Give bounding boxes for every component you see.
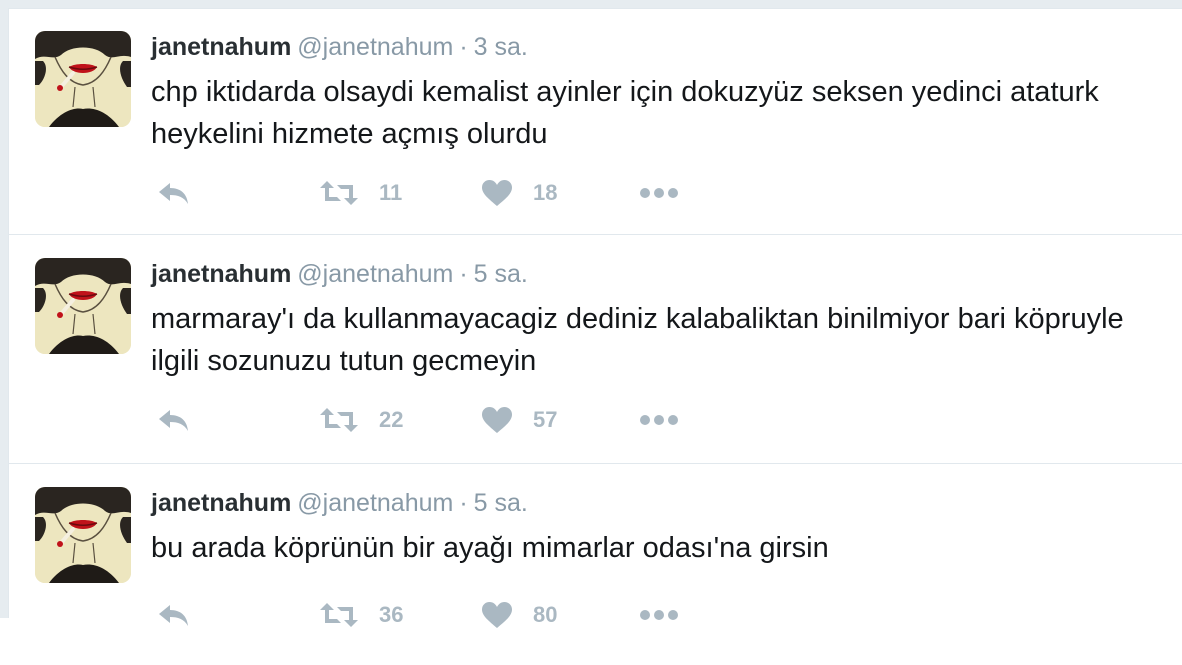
retweet-icon xyxy=(319,601,359,629)
timestamp[interactable]: 5 sa. xyxy=(474,489,528,517)
heart-icon xyxy=(481,601,513,629)
retweet-button[interactable]: 11 xyxy=(319,173,402,213)
heart-icon xyxy=(481,179,513,207)
tweet-actions: 36 80 xyxy=(151,595,711,635)
tweet-text: bu arada köprünün bir ayağı mimarlar oda… xyxy=(151,532,829,564)
avatar[interactable] xyxy=(35,31,131,127)
username[interactable]: @janetnahum xyxy=(297,260,453,288)
like-count: 57 xyxy=(533,407,558,432)
more-button[interactable] xyxy=(639,173,679,213)
tweet-header: janetnahum @janetnahum · 3 sa. xyxy=(151,31,528,63)
timestamp[interactable]: 5 sa. xyxy=(474,260,528,288)
reply-icon xyxy=(157,601,191,629)
reply-button[interactable] xyxy=(157,173,191,213)
reply-icon xyxy=(157,179,191,207)
avatar[interactable] xyxy=(35,258,131,354)
tweet-header: janetnahum @janetnahum · 5 sa. xyxy=(151,258,528,290)
fullname[interactable]: janetnahum xyxy=(151,33,291,61)
separator: · xyxy=(459,489,468,517)
retweet-count: 11 xyxy=(379,180,403,205)
username[interactable]: @janetnahum xyxy=(297,33,453,61)
like-count: 80 xyxy=(533,602,558,627)
tweet-header: janetnahum @janetnahum · 5 sa. xyxy=(151,487,528,519)
heart-icon xyxy=(481,406,513,434)
retweet-icon xyxy=(319,179,359,207)
tweet-text: marmaray'ı da kullanmayacagiz dediniz ka… xyxy=(151,303,1124,377)
more-icon xyxy=(639,187,679,199)
retweet-count: 36 xyxy=(379,602,404,627)
tweet-actions: 11 18 xyxy=(151,173,711,213)
tweet[interactable]: janetnahum @janetnahum · 5 sa. bu arada köp… xyxy=(9,465,1182,665)
reply-button[interactable] xyxy=(157,595,191,635)
username[interactable]: @janetnahum xyxy=(297,489,453,517)
fullname[interactable]: janetnahum xyxy=(151,260,291,288)
tweet-actions: 22 57 xyxy=(151,400,711,440)
tweet-text: chp iktidarda olsaydi kemalist ayinler i… xyxy=(151,76,1099,150)
separator: · xyxy=(459,260,468,288)
tweet[interactable]: janetnahum @janetnahum · 5 sa. marmaray'ı d… xyxy=(9,236,1182,464)
timeline-background: janetnahum @janetnahum · 3 sa. chp iktidard… xyxy=(0,0,1182,665)
tweet[interactable]: janetnahum @janetnahum · 3 sa. chp iktidard… xyxy=(9,9,1182,235)
retweet-icon xyxy=(319,406,359,434)
retweet-count: 22 xyxy=(379,407,404,432)
separator: · xyxy=(459,33,468,61)
reply-icon xyxy=(157,406,191,434)
like-button[interactable]: 57 xyxy=(481,400,557,440)
more-icon xyxy=(639,609,679,621)
reply-button[interactable] xyxy=(157,400,191,440)
more-button[interactable] xyxy=(639,400,679,440)
retweet-button[interactable]: 36 xyxy=(319,595,403,635)
timestamp[interactable]: 3 sa. xyxy=(474,33,528,61)
avatar[interactable] xyxy=(35,487,131,583)
timeline: janetnahum @janetnahum · 3 sa. chp iktidard… xyxy=(8,8,1182,665)
like-count: 18 xyxy=(533,180,558,205)
like-button[interactable]: 80 xyxy=(481,595,557,635)
fullname[interactable]: janetnahum xyxy=(151,489,291,517)
more-button[interactable] xyxy=(639,595,679,635)
more-icon xyxy=(639,414,679,426)
like-button[interactable]: 18 xyxy=(481,173,557,213)
retweet-button[interactable]: 22 xyxy=(319,400,403,440)
